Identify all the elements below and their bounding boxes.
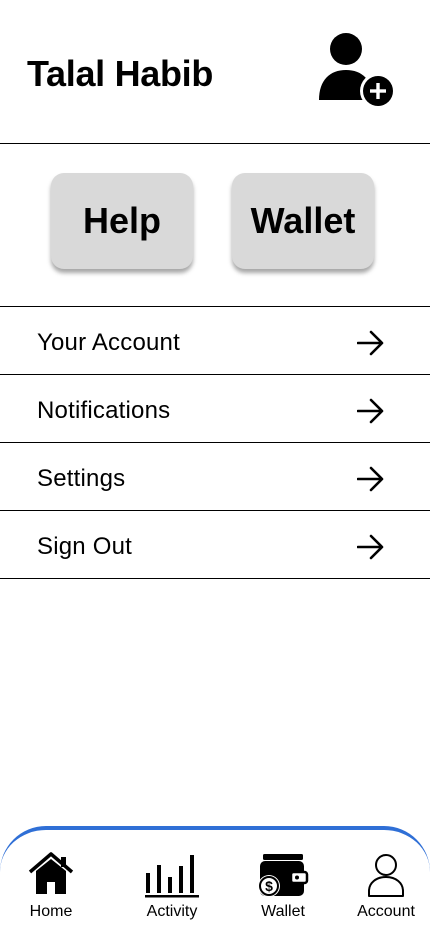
arrow-right-icon — [357, 534, 384, 560]
menu-item-label: Your Account — [37, 329, 180, 356]
nav-item-home[interactable]: Home — [6, 852, 96, 928]
nav-label: Activity — [146, 903, 198, 920]
wallet-button[interactable]: Wallet — [232, 173, 374, 269]
nav-label: Home — [29, 903, 73, 920]
nav-label: Wallet — [261, 903, 305, 920]
profile-header: Talal Habib — [0, 0, 430, 144]
menu-item-settings[interactable]: Settings — [0, 443, 430, 511]
menu-item-label: Notifications — [37, 397, 171, 424]
menu-item-your-account[interactable]: Your Account — [0, 307, 430, 375]
menu-item-label: Settings — [37, 465, 126, 492]
arrow-right-icon — [357, 466, 384, 492]
nav-label: Account — [357, 903, 415, 920]
svg-text:$: $ — [265, 878, 273, 894]
settings-menu: Your Account Notifications Settings Sign… — [0, 306, 430, 579]
activity-icon — [145, 855, 199, 898]
menu-item-sign-out[interactable]: Sign Out — [0, 511, 430, 579]
help-button[interactable]: Help — [51, 173, 193, 269]
arrow-right-icon — [357, 330, 384, 356]
quick-actions: Help Wallet — [0, 145, 430, 306]
add-user-icon[interactable] — [314, 30, 398, 110]
home-icon — [28, 852, 74, 894]
account-icon — [368, 854, 404, 897]
nav-item-account[interactable]: Account — [341, 852, 430, 928]
user-name: Talal Habib — [27, 53, 214, 94]
arrow-right-icon — [357, 398, 384, 424]
menu-item-notifications[interactable]: Notifications — [0, 375, 430, 443]
menu-item-label: Sign Out — [37, 533, 132, 560]
nav-item-wallet[interactable]: $ Wallet — [238, 852, 328, 928]
nav-item-activity[interactable]: Activity — [127, 852, 217, 928]
wallet-icon: $ — [258, 854, 309, 897]
bottom-nav: Home Activity $ Wallet Account — [0, 826, 430, 946]
